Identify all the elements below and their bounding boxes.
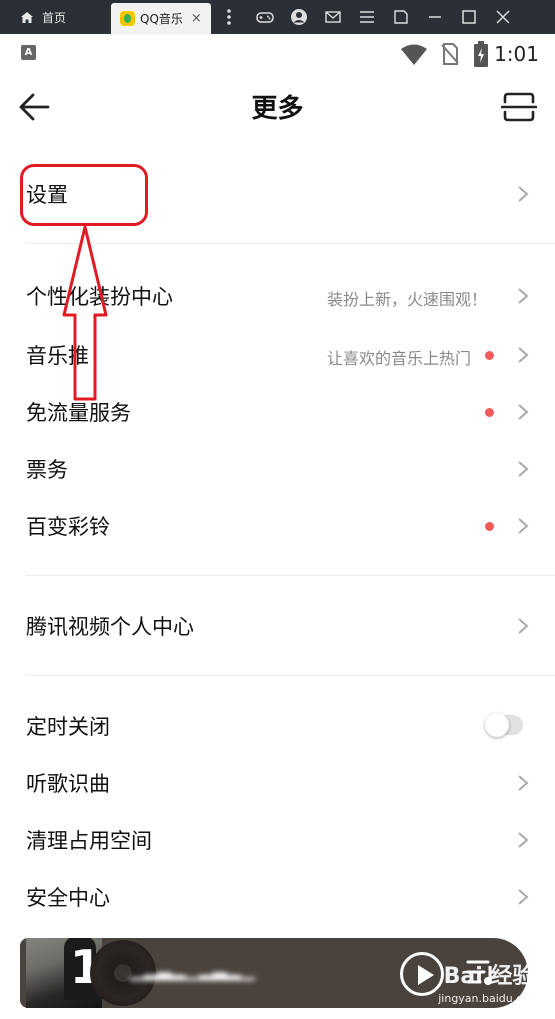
song-recognition-item[interactable]: 听歌识曲	[0, 755, 555, 811]
chevron-right-icon	[518, 832, 529, 848]
status-bar: A 1:01	[0, 34, 555, 74]
chevron-right-icon	[518, 775, 529, 791]
home-icon	[21, 11, 33, 23]
emulator-app-tab-label: QQ音乐	[140, 12, 183, 26]
scan-button[interactable]	[500, 90, 538, 124]
chevron-right-icon	[518, 186, 529, 202]
tickets-item[interactable]: 票务	[0, 441, 555, 497]
close-window-icon[interactable]	[494, 8, 512, 26]
chevron-right-icon	[518, 461, 529, 477]
tencent-video-label: 腾讯视频个人中心	[26, 615, 194, 639]
section-divider	[26, 575, 555, 576]
music-push-subtitle: 让喜欢的音乐上热门	[326, 349, 471, 368]
annotation-up-arrow	[62, 225, 108, 401]
maximize-icon[interactable]	[460, 8, 478, 26]
chevron-right-icon	[518, 404, 529, 420]
wifi-icon	[401, 44, 427, 65]
chevron-right-icon	[518, 618, 529, 634]
notification-dot	[485, 408, 494, 417]
baidu-jingyan-watermark: Bai 经验 jingyan.baidu.com	[428, 958, 550, 1016]
song-title: ▁▂▃▂▁▂▃▂▁	[130, 960, 255, 981]
ringtone-label: 百变彩铃	[26, 515, 110, 539]
gamepad-icon[interactable]	[256, 8, 274, 26]
app-header: 更多	[0, 74, 555, 140]
timer-close-label: 定时关闭	[26, 715, 110, 739]
menu-icon[interactable]	[358, 8, 376, 26]
battery-charging-icon	[474, 41, 488, 67]
ringtone-item[interactable]: 百变彩铃	[0, 498, 555, 554]
cleanup-item[interactable]: 清理占用空间	[0, 812, 555, 868]
no-sim-icon	[441, 43, 459, 65]
minimize-icon[interactable]	[426, 8, 444, 26]
notification-dot	[485, 522, 494, 531]
more-vertical-icon[interactable]	[220, 8, 238, 26]
page-title: 更多	[251, 94, 304, 124]
timer-close-item: 定时关闭	[0, 698, 555, 754]
account-icon[interactable]	[290, 8, 308, 26]
tab-close-icon[interactable]: ×	[191, 11, 202, 26]
chevron-right-icon	[518, 288, 529, 304]
song-recognition-label: 听歌识曲	[26, 772, 110, 796]
status-time: 1:01	[494, 42, 539, 66]
emulator-home-tab-label: 首页	[42, 10, 67, 25]
emulator-app-tab[interactable]: QQ音乐 ×	[111, 3, 211, 34]
personal-center-subtitle: 装扮上新，火速围观！	[326, 290, 487, 309]
tickets-label: 票务	[26, 458, 68, 482]
cleanup-label: 清理占用空间	[26, 829, 152, 853]
security-center-item[interactable]: 安全中心	[0, 869, 555, 925]
chevron-right-icon	[518, 347, 529, 363]
watermark-logo: Bai 经验	[443, 964, 535, 989]
security-center-label: 安全中心	[26, 886, 110, 910]
timer-close-toggle[interactable]	[485, 713, 523, 737]
notification-dot	[485, 351, 494, 360]
qq-music-app-icon	[120, 11, 135, 26]
section-divider	[26, 675, 555, 676]
toggle-knob	[485, 713, 509, 737]
emulator-home-tab[interactable]: 首页	[0, 0, 108, 34]
scan-icon	[500, 92, 538, 122]
emulator-toolbar: 首页 QQ音乐 ×	[0, 0, 555, 34]
chevron-right-icon	[518, 889, 529, 905]
watermark-url: jingyan.baidu.com	[438, 992, 540, 1005]
annotation-highlight-box	[20, 164, 148, 226]
keyboard-badge-icon: A	[21, 45, 36, 60]
tencent-video-item[interactable]: 腾讯视频个人中心	[0, 598, 555, 654]
chevron-right-icon	[518, 518, 529, 534]
mail-icon[interactable]	[324, 8, 342, 26]
screenshot-icon[interactable]	[392, 8, 410, 26]
